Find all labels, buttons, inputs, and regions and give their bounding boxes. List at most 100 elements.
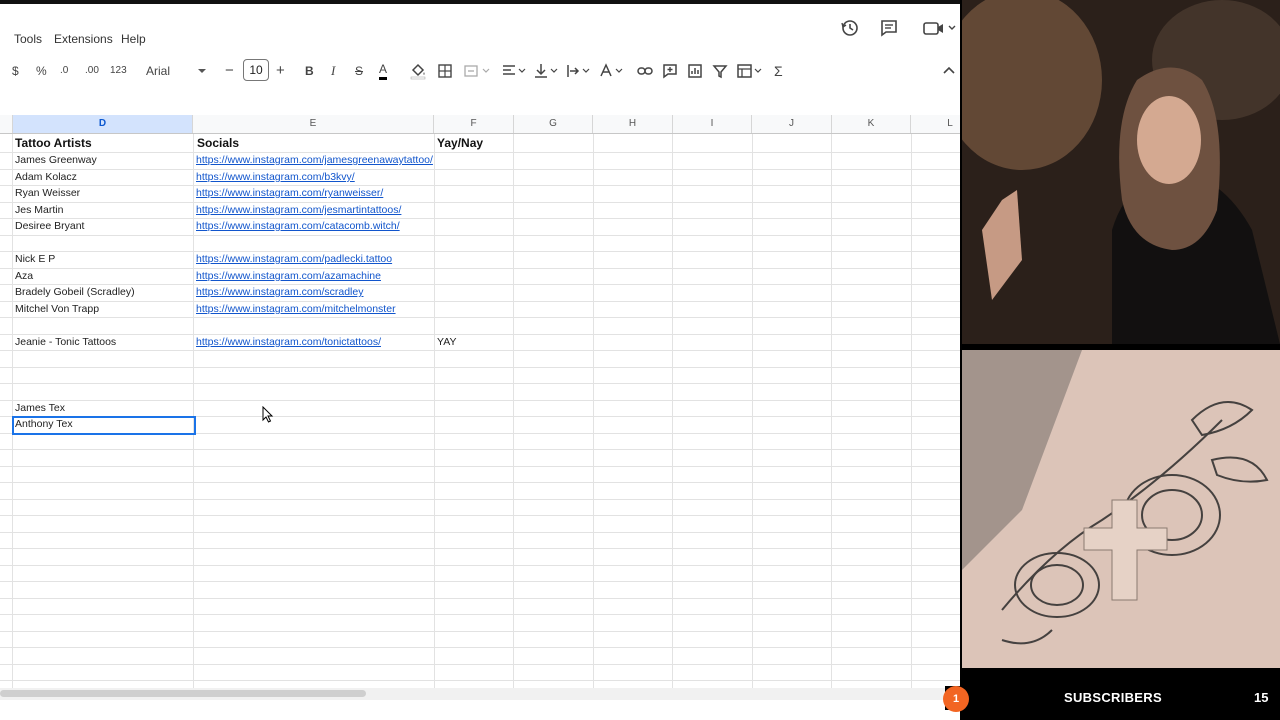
decrease-font-size-button[interactable]: − bbox=[225, 62, 234, 80]
column-header-i[interactable]: I bbox=[673, 115, 752, 133]
column-header-j[interactable]: J bbox=[752, 115, 832, 133]
percent-format-button[interactable]: % bbox=[36, 62, 47, 80]
column-header-row: D E F G H I J K L bbox=[0, 115, 960, 134]
horizontal-scrollbar[interactable] bbox=[0, 688, 960, 700]
functions-button[interactable]: Σ bbox=[774, 62, 783, 80]
social-link-cell[interactable]: https://www.instagram.com/jamesgreenaway… bbox=[196, 152, 433, 168]
cell-grid[interactable]: Tattoo Artists Socials Yay/Nay James Gre… bbox=[0, 134, 960, 698]
grid-line bbox=[0, 680, 960, 681]
grid-line bbox=[0, 169, 960, 170]
social-link-cell[interactable]: https://www.instagram.com/jesmartintatto… bbox=[196, 202, 401, 218]
scrollbar-thumb[interactable] bbox=[0, 690, 366, 697]
menu-extensions[interactable]: Extensions bbox=[54, 32, 113, 46]
decrease-decimal-button[interactable]: .0 bbox=[60, 62, 68, 80]
social-link-cell[interactable]: https://www.instagram.com/catacomb.witch… bbox=[196, 218, 400, 234]
grid-line bbox=[0, 367, 960, 368]
subscribers-label: SUBSCRIBERS bbox=[1064, 690, 1162, 705]
social-link-cell[interactable]: https://www.instagram.com/b3kvy/ bbox=[196, 169, 355, 185]
italic-button[interactable]: I bbox=[331, 62, 335, 80]
social-link-cell[interactable]: https://www.instagram.com/mitchelmonster bbox=[196, 301, 396, 317]
text-color-button[interactable]: A bbox=[379, 62, 388, 80]
header-cell-socials[interactable]: Socials bbox=[197, 135, 239, 151]
number-format-button[interactable]: 123 bbox=[110, 62, 127, 80]
bold-button[interactable]: B bbox=[305, 62, 314, 80]
font-size-input[interactable]: 10 bbox=[243, 59, 269, 81]
artist-cell[interactable]: James Greenway bbox=[15, 152, 97, 168]
grid-line bbox=[0, 383, 960, 384]
artist-cell[interactable]: Mitchel Von Trapp bbox=[15, 301, 99, 317]
merge-cells-icon[interactable] bbox=[462, 62, 492, 80]
social-link-cell[interactable]: https://www.instagram.com/azamachine bbox=[196, 268, 381, 284]
menu-tools[interactable]: Tools bbox=[14, 32, 42, 46]
borders-icon[interactable] bbox=[436, 62, 454, 80]
grid-line bbox=[0, 532, 960, 533]
currency-format-button[interactable]: $ bbox=[12, 62, 19, 80]
tattoo-image bbox=[962, 350, 1280, 668]
header-cell-tattoo-artists[interactable]: Tattoo Artists bbox=[15, 135, 92, 151]
chevron-up-icon[interactable] bbox=[940, 62, 958, 80]
grid-line bbox=[0, 449, 960, 450]
grid-line bbox=[0, 466, 960, 467]
grid-line bbox=[0, 400, 960, 401]
grid-line bbox=[0, 581, 960, 582]
grid-line bbox=[0, 482, 960, 483]
selected-cell-outline[interactable] bbox=[12, 416, 196, 435]
artist-cell[interactable]: Adam Kolacz bbox=[15, 169, 77, 185]
fill-color-icon[interactable] bbox=[409, 62, 427, 80]
history-icon[interactable] bbox=[840, 18, 860, 38]
filter-views-icon[interactable] bbox=[736, 62, 764, 80]
social-link-cell[interactable]: https://www.instagram.com/ryanweisser/ bbox=[196, 185, 383, 201]
insert-chart-icon[interactable] bbox=[686, 62, 704, 80]
column-header-d[interactable]: D bbox=[13, 115, 193, 133]
grid-line bbox=[0, 284, 960, 285]
window-top-edge bbox=[0, 0, 960, 4]
increase-decimal-button[interactable]: .00 bbox=[85, 62, 99, 80]
artist-cell[interactable]: Desiree Bryant bbox=[15, 218, 84, 234]
header-cell-yay-nay[interactable]: Yay/Nay bbox=[437, 135, 483, 151]
spreadsheet-window: Tools Extensions Help $ % .0 .00 123 Ari… bbox=[0, 0, 960, 720]
vertical-align-icon[interactable] bbox=[533, 62, 559, 80]
grid-line bbox=[0, 664, 960, 665]
formatting-toolbar: $ % .0 .00 123 Arial − 10 + B I S A Σ bbox=[0, 56, 960, 86]
artist-cell[interactable]: Nick E P bbox=[15, 251, 55, 267]
column-header-g[interactable]: G bbox=[514, 115, 593, 133]
grid-line bbox=[0, 631, 960, 632]
subscriber-badge: 1 bbox=[943, 686, 969, 712]
grid-line bbox=[0, 202, 960, 203]
grid-line bbox=[0, 301, 960, 302]
grid-line bbox=[0, 268, 960, 269]
text-wrapping-icon[interactable] bbox=[565, 62, 591, 80]
grid-line bbox=[0, 647, 960, 648]
artist-cell[interactable]: Aza bbox=[15, 268, 33, 284]
artist-cell[interactable]: Jes Martin bbox=[15, 202, 63, 218]
menu-help[interactable]: Help bbox=[121, 32, 146, 46]
increase-font-size-button[interactable]: + bbox=[276, 62, 285, 80]
artist-cell[interactable]: Jeanie - Tonic Tattoos bbox=[15, 334, 116, 350]
column-header-k[interactable]: K bbox=[832, 115, 911, 133]
column-header-f[interactable]: F bbox=[434, 115, 514, 133]
grid-line bbox=[0, 598, 960, 599]
insert-link-icon[interactable] bbox=[636, 62, 654, 80]
column-header-h[interactable]: H bbox=[593, 115, 673, 133]
grid-line bbox=[0, 317, 960, 318]
insert-comment-icon[interactable] bbox=[661, 62, 679, 80]
strikethrough-button[interactable]: S bbox=[355, 62, 363, 80]
grid-line bbox=[0, 235, 960, 236]
artist-cell[interactable]: Ryan Weisser bbox=[15, 185, 80, 201]
text-rotation-icon[interactable] bbox=[598, 62, 626, 80]
font-family-select[interactable]: Arial bbox=[146, 62, 170, 80]
grid-line bbox=[0, 499, 960, 500]
comment-icon[interactable] bbox=[879, 18, 899, 38]
social-link-cell[interactable]: https://www.instagram.com/scradley bbox=[196, 284, 363, 300]
chevron-down-icon bbox=[198, 69, 206, 73]
column-header-e[interactable]: E bbox=[193, 115, 434, 133]
artist-cell[interactable]: Bradely Gobeil (Scradley) bbox=[15, 284, 135, 300]
artist-cell[interactable]: James Tex bbox=[15, 400, 65, 416]
yay-nay-cell[interactable]: YAY bbox=[437, 334, 456, 350]
column-header-l[interactable]: L bbox=[911, 115, 960, 133]
filter-icon[interactable] bbox=[711, 62, 729, 80]
meet-camera-icon[interactable] bbox=[922, 18, 956, 38]
social-link-cell[interactable]: https://www.instagram.com/tonictattoos/ bbox=[196, 334, 381, 350]
social-link-cell[interactable]: https://www.instagram.com/padlecki.tatto… bbox=[196, 251, 392, 267]
horizontal-align-icon[interactable] bbox=[501, 62, 527, 80]
